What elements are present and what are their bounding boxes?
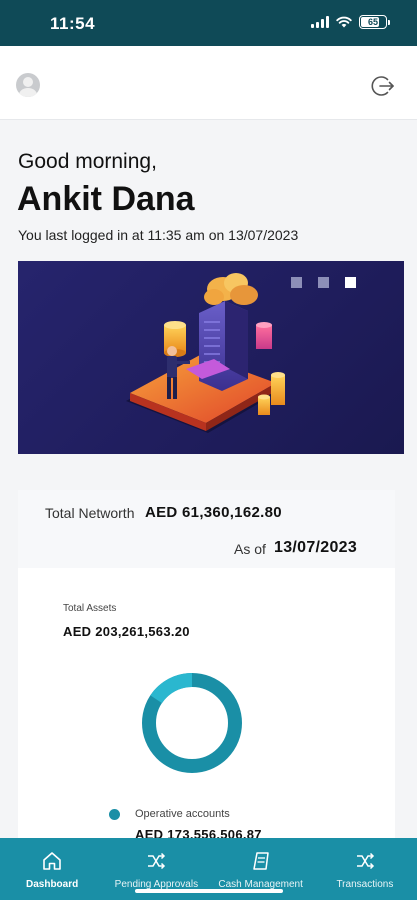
cellular-signal-icon <box>311 16 329 28</box>
home-indicator[interactable] <box>135 889 283 893</box>
logout-power-icon[interactable] <box>369 73 395 99</box>
shuffle-icon <box>148 852 166 870</box>
banner-dot-3-active[interactable] <box>345 277 356 288</box>
assets-donut-chart[interactable] <box>141 672 243 774</box>
networth-card: Total Networth AED 61,360,162.80 As of 1… <box>18 490 395 568</box>
nav-label-dashboard: Dashboard <box>26 879 79 890</box>
greeting-text: Good morning, <box>18 150 157 173</box>
promo-banner[interactable] <box>18 261 404 454</box>
as-of-date: 13/07/2023 <box>274 539 358 556</box>
app-header <box>0 46 417 120</box>
nav-item-dashboard[interactable]: Dashboard <box>0 838 104 900</box>
total-assets-card[interactable]: Total Assets AED 203,261,563.20 Operativ… <box>18 568 395 858</box>
banner-dot-2[interactable] <box>318 277 329 288</box>
legend-label-operative: Operative accounts <box>135 808 230 820</box>
battery-icon: 65 <box>359 15 390 29</box>
nav-label-transactions: Transactions <box>336 879 394 890</box>
status-icons: 65 <box>311 15 390 29</box>
banner-illustration <box>126 273 285 433</box>
shuffle-icon <box>356 852 374 870</box>
battery-level: 65 <box>367 17 378 27</box>
nav-item-transactions[interactable]: Transactions <box>313 838 417 900</box>
banner-dot-1[interactable] <box>291 277 302 288</box>
donut-segment-other <box>150 673 193 704</box>
last-login-text: You last logged in at 11:35 am on 13/07/… <box>18 227 299 243</box>
total-assets-value: AED 203,261,563.20 <box>63 624 190 639</box>
status-bar: 11:54 65 <box>0 0 417 46</box>
legend-dot-operative <box>109 809 120 820</box>
user-name: Ankit Dana <box>17 180 195 218</box>
networth-value: AED 61,360,162.80 <box>145 504 282 521</box>
banner-pagination <box>291 277 356 288</box>
user-avatar-icon[interactable] <box>16 73 40 97</box>
wifi-icon <box>336 16 352 28</box>
document-icon <box>252 852 269 870</box>
total-assets-label: Total Assets <box>63 603 117 614</box>
status-time: 11:54 <box>50 14 96 33</box>
home-icon <box>43 852 61 870</box>
as-of-label: As of <box>234 541 266 557</box>
networth-label: Total Networth <box>45 505 135 521</box>
